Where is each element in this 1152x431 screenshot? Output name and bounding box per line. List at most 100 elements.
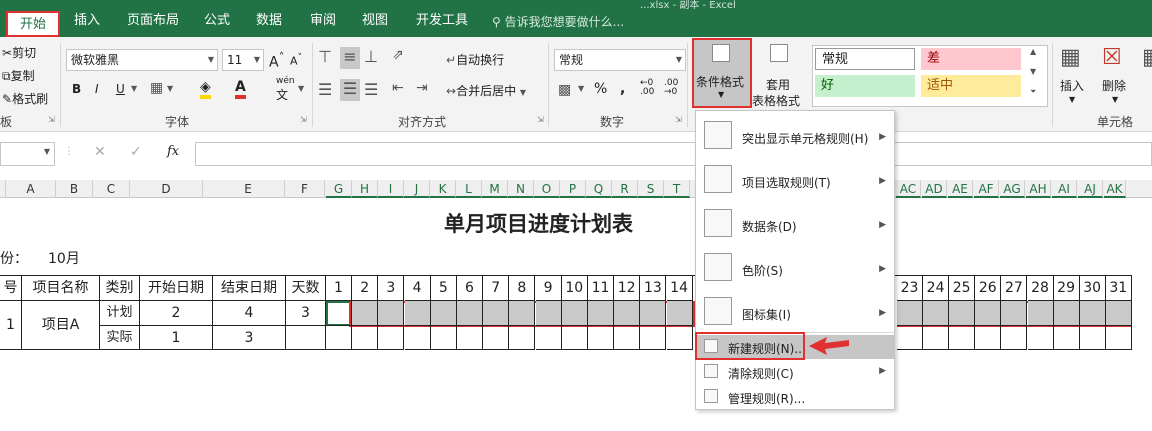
chevron-down-icon[interactable]: ▼ xyxy=(578,84,584,93)
cancel-entry-icon[interactable]: ✕ xyxy=(94,144,106,160)
tab-formulas[interactable]: 公式 xyxy=(204,9,230,33)
percent-icon[interactable]: % xyxy=(594,81,607,97)
align-center-icon[interactable]: ☰ xyxy=(340,79,360,101)
column-header-AC[interactable]: AC xyxy=(896,180,921,198)
column-header-J[interactable]: J xyxy=(404,180,430,198)
column-header-AH[interactable]: AH xyxy=(1026,180,1051,198)
menu-item-clear-rules[interactable]: 清除规则(C) ▶ xyxy=(696,360,894,384)
column-header-H[interactable]: H xyxy=(352,180,378,198)
column-header-B[interactable]: B xyxy=(56,180,93,198)
column-header-AF[interactable]: AF xyxy=(974,180,999,198)
chevron-down-icon[interactable]: ▼ xyxy=(167,84,173,93)
gallery-scroll-up-icon[interactable]: ▲ xyxy=(1030,47,1036,56)
tab-view[interactable]: 视图 xyxy=(362,9,388,33)
column-header-AE[interactable]: AE xyxy=(948,180,973,198)
tab-developer[interactable]: 开发工具 xyxy=(416,9,468,33)
format-cells-icon[interactable]: ▦ xyxy=(1142,45,1152,70)
formula-input[interactable] xyxy=(195,142,1152,166)
insert-cells-label[interactable]: 插入 xyxy=(1060,77,1084,94)
column-header-N[interactable]: N xyxy=(508,180,534,198)
column-header-F[interactable]: F xyxy=(285,180,325,198)
column-header-Q[interactable]: Q xyxy=(586,180,612,198)
clipboard-launcher-icon[interactable]: ⇲ xyxy=(48,115,55,124)
align-right-icon[interactable]: ☰ xyxy=(364,80,378,99)
tab-data[interactable]: 数据 xyxy=(256,9,282,33)
delete-cells-icon[interactable]: ☒ xyxy=(1102,45,1122,70)
font-launcher-icon[interactable]: ⇲ xyxy=(300,115,307,124)
comma-icon[interactable]: , xyxy=(620,81,625,97)
column-header-T[interactable]: T xyxy=(664,180,690,198)
align-middle-icon[interactable]: ≡ xyxy=(340,47,360,69)
orientation-icon[interactable]: ⇗ xyxy=(392,47,404,63)
format-as-table-button[interactable]: 套用 表格格式 xyxy=(752,40,808,108)
number-launcher-icon[interactable]: ⇲ xyxy=(675,115,682,124)
bold-button[interactable]: B xyxy=(72,82,81,96)
insert-cells-icon[interactable]: ▦ xyxy=(1060,45,1081,70)
insert-function-button[interactable]: fx xyxy=(167,144,179,159)
column-header-I[interactable]: I xyxy=(378,180,404,198)
align-left-icon[interactable]: ☰ xyxy=(318,80,332,99)
menu-item-manage-rules[interactable]: 管理规则(R)... xyxy=(696,385,894,409)
chevron-down-icon[interactable]: ▼ xyxy=(298,84,304,93)
tell-me-box[interactable]: ⚲ 告诉我您想要做什么... xyxy=(492,13,624,30)
column-header-R[interactable]: R xyxy=(612,180,638,198)
column-header-L[interactable]: L xyxy=(456,180,482,198)
column-header-D[interactable]: D xyxy=(130,180,203,198)
delete-cells-label[interactable]: 删除 xyxy=(1102,77,1126,94)
column-header-P[interactable]: P xyxy=(560,180,586,198)
chevron-down-icon[interactable]: ▼ xyxy=(131,84,137,93)
column-header-K[interactable]: K xyxy=(430,180,456,198)
chevron-down-icon[interactable]: ▼ xyxy=(1069,95,1075,104)
column-header-AK[interactable]: AK xyxy=(1104,180,1126,198)
copy-button[interactable]: ⧉复制 xyxy=(2,67,35,84)
column-header-AI[interactable]: AI xyxy=(1052,180,1077,198)
merge-center-button[interactable]: ↔合并后居中 ▼ xyxy=(446,82,526,99)
italic-button[interactable]: I xyxy=(95,82,99,96)
menu-item-data-bars[interactable]: 数据条(D) ▶ xyxy=(696,205,894,249)
tab-home[interactable]: 开始 xyxy=(6,11,61,37)
border-icon[interactable]: ▦ xyxy=(150,80,163,96)
decrease-decimal-icon[interactable]: .00 →0 xyxy=(664,79,678,97)
tab-page-layout[interactable]: 页面布局 xyxy=(127,9,179,33)
column-header-C[interactable]: C xyxy=(93,180,130,198)
align-top-icon[interactable]: ⊤ xyxy=(318,47,338,69)
tab-insert[interactable]: 插入 xyxy=(74,9,100,33)
format-painter-button[interactable]: ✎格式刷 xyxy=(2,90,48,107)
gallery-scroll-down-icon[interactable]: ▼ xyxy=(1030,67,1036,76)
confirm-entry-icon[interactable]: ✓ xyxy=(130,144,142,160)
alignment-launcher-icon[interactable]: ⇲ xyxy=(537,115,544,124)
align-bottom-icon[interactable]: ⊥ xyxy=(364,47,378,66)
menu-item-icon-sets[interactable]: 图标集(I) ▶ xyxy=(696,293,894,337)
column-header-M[interactable]: M xyxy=(482,180,508,198)
increase-decimal-icon[interactable]: ←0.00 xyxy=(640,79,654,97)
name-box[interactable]: ▼ xyxy=(0,142,55,166)
underline-button[interactable]: U xyxy=(116,82,125,96)
chevron-down-icon[interactable]: ▼ xyxy=(1112,95,1118,104)
menu-item-highlight-rules[interactable]: 突出显示单元格规则(H) ▶ xyxy=(696,117,894,161)
column-header-E[interactable]: E xyxy=(212,180,285,198)
column-header-G[interactable]: G xyxy=(326,180,352,198)
font-name-select[interactable]: 微软雅黑 ▼ xyxy=(66,49,218,71)
column-header-S[interactable]: S xyxy=(638,180,664,198)
column-header-AG[interactable]: AG xyxy=(1000,180,1025,198)
decrease-font-button[interactable]: A˅ xyxy=(290,52,302,68)
menu-item-top-bottom-rules[interactable]: 项目选取规则(T) ▶ xyxy=(696,161,894,205)
phonetic-guide-button[interactable]: wén 文 xyxy=(276,76,295,103)
style-bad[interactable]: 差 xyxy=(921,48,1021,70)
chevron-down-icon[interactable]: ▼ xyxy=(44,147,50,156)
menu-item-color-scales[interactable]: 色阶(S) ▶ xyxy=(696,249,894,293)
column-header-O[interactable]: O xyxy=(534,180,560,198)
worksheet[interactable]: 单月项目进度计划表 份： 10月 号 项目名称 类别 开始日期 结束日期 天数 … xyxy=(0,198,1152,431)
style-normal[interactable]: 常规 xyxy=(815,48,915,70)
font-size-select[interactable]: 11 ▼ xyxy=(222,49,264,71)
increase-font-button[interactable]: A˄ xyxy=(269,50,284,71)
column-header-A[interactable]: A xyxy=(6,180,56,198)
splitter-icon[interactable]: ⋮ xyxy=(64,146,74,157)
fill-color-icon[interactable]: ◈ xyxy=(200,79,211,99)
style-good[interactable]: 好 xyxy=(815,75,915,97)
increase-indent-icon[interactable]: ⇥ xyxy=(416,80,428,96)
style-neutral[interactable]: 适中 xyxy=(921,75,1021,97)
wrap-text-button[interactable]: ↵自动换行 xyxy=(446,51,504,68)
column-header-AD[interactable]: AD xyxy=(922,180,947,198)
gallery-more-icon[interactable]: ⏷ xyxy=(1030,87,1036,97)
